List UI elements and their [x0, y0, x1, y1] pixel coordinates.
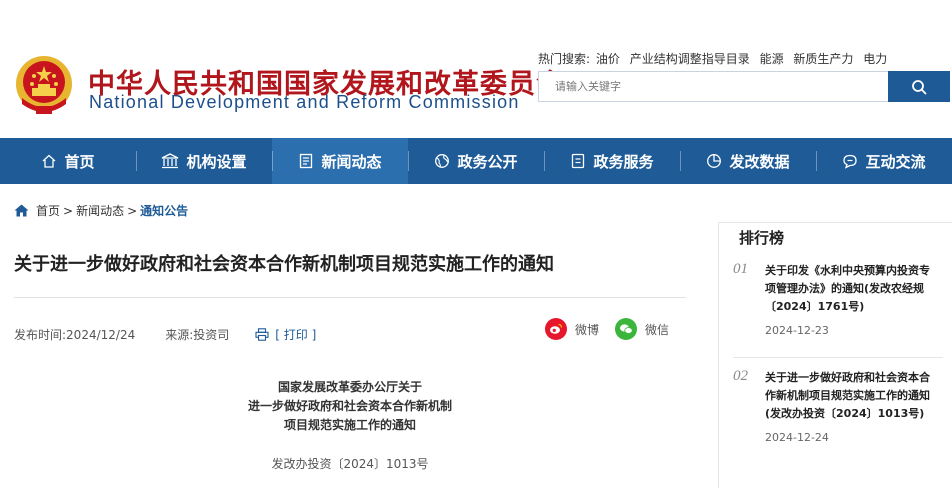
- ranking-item-line: 关于进一步做好政府和社会资本合: [765, 371, 930, 384]
- print-label: [ 打印 ]: [275, 328, 317, 342]
- national-emblem-icon: [12, 54, 76, 118]
- share-weibo-button[interactable]: 微博: [545, 318, 599, 340]
- globe-icon: [435, 154, 450, 168]
- nav-item-label: 发改数据: [729, 152, 790, 171]
- ranking-item-line: 关于印发《水利中央预算内投资专: [765, 264, 930, 277]
- home-icon: [14, 204, 29, 217]
- ranking-item-date: 2024-12-24: [765, 431, 829, 444]
- nav-item-organization[interactable]: 机构设置: [136, 138, 272, 184]
- search-input[interactable]: [539, 72, 889, 101]
- nav-item-label: 机构设置: [186, 152, 247, 171]
- chat-icon: [843, 154, 858, 169]
- nav-item-public-affairs[interactable]: 政务公开: [408, 138, 544, 184]
- nav-item-news[interactable]: 新闻动态: [272, 138, 408, 184]
- document-icon: [572, 153, 585, 169]
- ranking-item-line: 项管理办法》的通知(发改农经规: [765, 282, 925, 295]
- ranking-item-title: 关于进一步做好政府和社会资本合 作新机制项目规范实施工作的通知 (发改办投资〔2…: [765, 369, 943, 423]
- nav-item-label: 新闻动态: [321, 152, 382, 171]
- nav-item-data[interactable]: 发改数据: [680, 138, 816, 184]
- hot-searches: 热门搜索: 油价 产业结构调整指导目录 能源 新质生产力 电力: [538, 50, 893, 67]
- publish-date-label: 发布时间:: [14, 328, 67, 342]
- building-icon: [162, 153, 179, 169]
- share-wechat-button[interactable]: 微信: [615, 318, 669, 340]
- document-heading-line: 进一步做好政府和社会资本合作新机制: [247, 399, 452, 413]
- breadcrumb: 首页 > 新闻动态 > 通知公告: [14, 202, 188, 219]
- source-value: 投资司: [193, 328, 230, 342]
- wechat-icon: [615, 318, 637, 340]
- share-wechat-label: 微信: [645, 322, 670, 337]
- nav-item-home[interactable]: 首页: [0, 138, 136, 184]
- news-icon: [300, 153, 313, 169]
- ranking-item-date: 2024-12-23: [765, 324, 829, 337]
- ranking-item-line: 〔2024〕1761号): [765, 300, 865, 313]
- hot-search-label: 热门搜索:: [538, 52, 591, 66]
- nav-item-label: 互动交流: [865, 152, 926, 171]
- breadcrumb-current[interactable]: 通知公告: [140, 202, 188, 219]
- printer-icon: [255, 328, 269, 341]
- main-nav: 首页 机构设置 新闻动态 政务公开 政务服务 发改数据 互动交流: [0, 138, 952, 184]
- source-label: 来源:: [165, 328, 194, 342]
- hot-search-term[interactable]: 电力: [863, 52, 887, 66]
- hot-search-term[interactable]: 产业结构调整指导目录: [630, 52, 750, 66]
- weibo-icon: [545, 318, 567, 340]
- hot-search-term[interactable]: 能源: [760, 52, 784, 66]
- nav-item-services[interactable]: 政务服务: [544, 138, 680, 184]
- search-icon: [912, 79, 927, 94]
- breadcrumb-separator: >: [63, 203, 74, 218]
- document-heading: 国家发展改革委办公厅关于 进一步做好政府和社会资本合作新机制 项目规范实施工作的…: [14, 378, 686, 435]
- pie-chart-icon: [707, 154, 722, 168]
- ranking-number: 02: [733, 368, 748, 384]
- breadcrumb-news[interactable]: 新闻动态: [76, 202, 124, 219]
- ranking-title: 排行榜: [739, 229, 785, 247]
- breadcrumb-separator: >: [127, 203, 138, 218]
- ranking-item-line: 作新机制项目规范实施工作的通知: [765, 389, 930, 402]
- home-icon: [43, 154, 56, 168]
- print-button[interactable]: [ 打印 ]: [255, 326, 316, 343]
- title-divider: [14, 297, 686, 298]
- search-box: [538, 71, 950, 102]
- nav-item-label: 政务公开: [457, 152, 518, 171]
- hot-search-term[interactable]: 油价: [596, 52, 620, 66]
- hot-search-term[interactable]: 新质生产力: [793, 52, 853, 66]
- document-heading-line: 项目规范实施工作的通知: [283, 418, 416, 432]
- ranking-number: 01: [733, 261, 748, 277]
- ranking-panel: 排行榜 01 关于印发《水利中央预算内投资专 项管理办法》的通知(发改农经规 〔…: [718, 222, 952, 488]
- nav-item-label: 首页: [64, 152, 95, 171]
- site-title-english: National Development and Reform Commissi…: [89, 92, 520, 112]
- article-meta: 发布时间: 2024/12/24 来源: 投资司 [ 打印 ]: [14, 326, 316, 343]
- ranking-divider: [733, 357, 943, 358]
- search-button[interactable]: [888, 71, 950, 102]
- breadcrumb-home[interactable]: 首页: [36, 202, 60, 219]
- nav-item-interaction[interactable]: 互动交流: [816, 138, 952, 184]
- site-header: 中华人民共和国国家发展和改革委员会 National Development a…: [0, 0, 952, 138]
- ranking-item-line: (发改办投资〔2024〕1013号): [765, 407, 925, 420]
- nav-item-label: 政务服务: [593, 152, 654, 171]
- document-heading-line: 国家发展改革委办公厅关于: [277, 380, 422, 394]
- document-number: 发改办投资〔2024〕1013号: [271, 457, 429, 471]
- publish-date: 2024/12/24: [66, 327, 136, 342]
- share-weibo-label: 微博: [575, 322, 600, 337]
- article-title: 关于进一步做好政府和社会资本合作新机制项目规范实施工作的通知: [14, 254, 554, 275]
- ranking-item-title: 关于印发《水利中央预算内投资专 项管理办法》的通知(发改农经规 〔2024〕17…: [765, 262, 943, 316]
